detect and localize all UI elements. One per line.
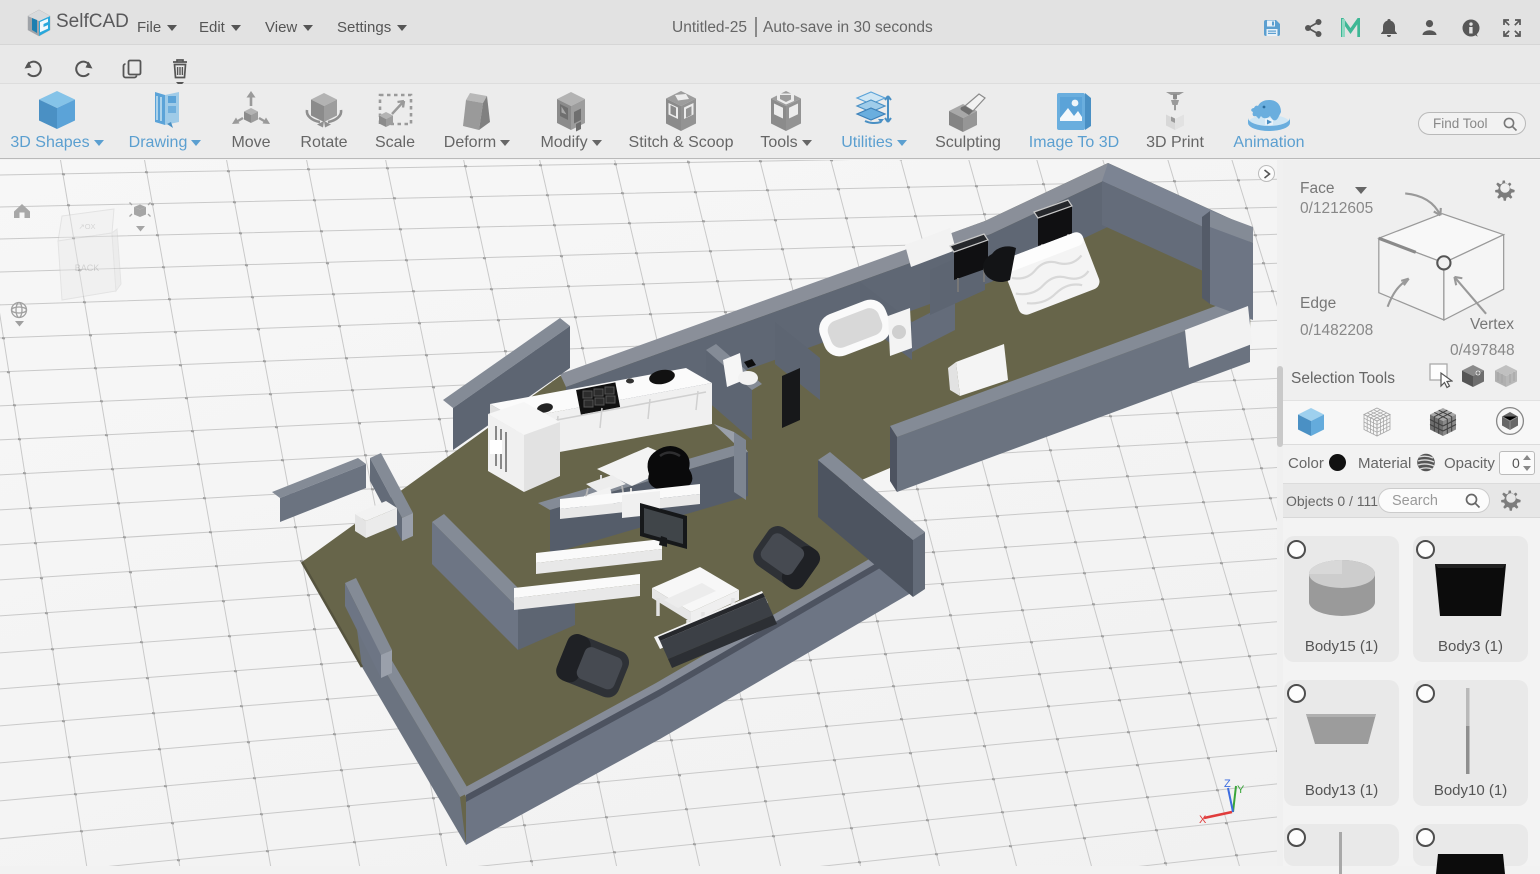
svg-text:Y: Y [1237,784,1245,796]
svg-text:Z: Z [1224,778,1231,790]
svg-text:X: X [1199,814,1207,826]
svg-text:↗OX: ↗OX [78,222,95,231]
svg-text:BACK: BACK [75,263,100,273]
